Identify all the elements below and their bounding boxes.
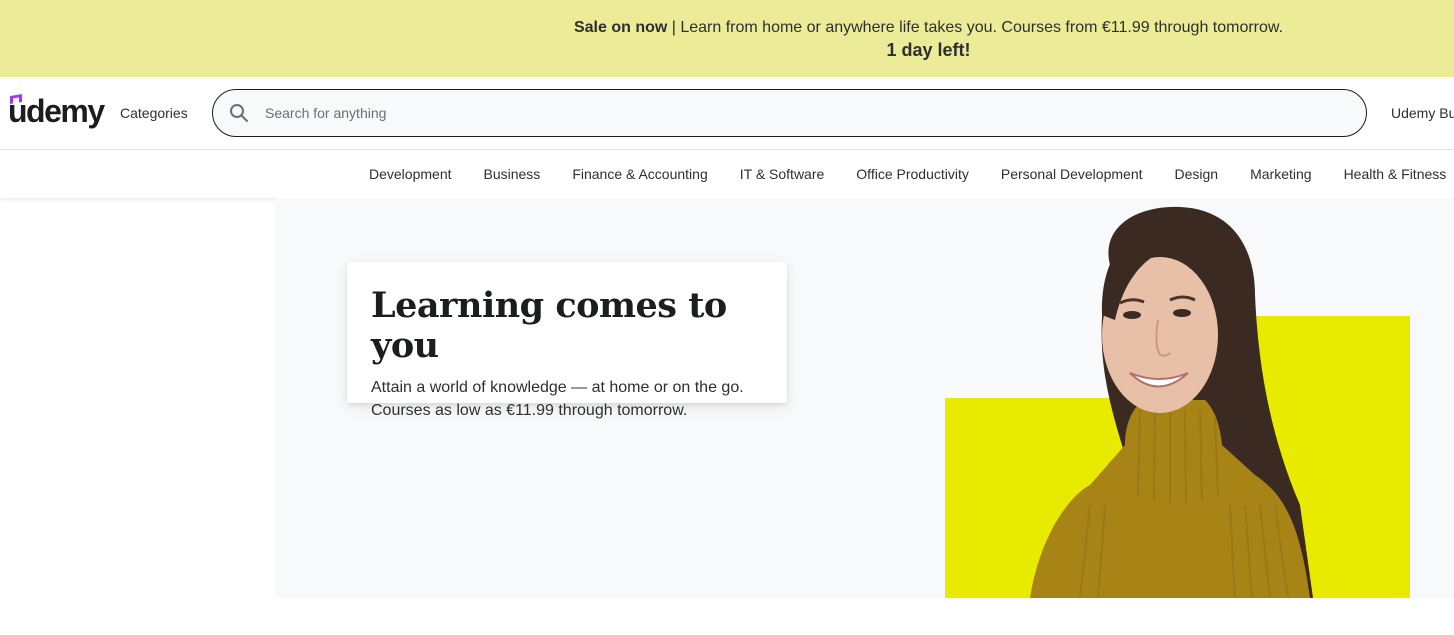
- category-finance-accounting[interactable]: Finance & Accounting: [572, 166, 707, 182]
- category-personal-development[interactable]: Personal Development: [1001, 166, 1143, 182]
- category-nav: Development Business Finance & Accountin…: [0, 150, 1454, 198]
- search-icon[interactable]: [229, 103, 249, 123]
- countdown-text: 1 day left!: [886, 40, 971, 60]
- udemy-business-link[interactable]: Udemy Bu: [1391, 105, 1454, 121]
- hero-card: Learning comes to you Attain a world of …: [347, 262, 787, 419]
- category-it-software[interactable]: IT & Software: [740, 166, 825, 182]
- woman-smiling-photo: [1030, 206, 1313, 598]
- category-development[interactable]: Development: [369, 166, 452, 182]
- promo-text: Sale on now | Learn from home or anywher…: [403, 17, 1454, 39]
- category-health-fitness[interactable]: Health & Fitness: [1344, 166, 1447, 182]
- category-design[interactable]: Design: [1175, 166, 1219, 182]
- hero-title: Learning comes to you: [371, 285, 727, 366]
- site-header: udemy Categories Udemy Bu: [0, 77, 1454, 150]
- search-bar[interactable]: [212, 89, 1367, 137]
- sale-label: Sale on now: [573, 19, 668, 36]
- udemy-logo[interactable]: udemy: [8, 93, 105, 130]
- category-business[interactable]: Business: [484, 166, 541, 182]
- category-marketing[interactable]: Marketing: [1250, 166, 1311, 182]
- categories-button[interactable]: Categories: [120, 105, 188, 121]
- search-input[interactable]: [265, 100, 1345, 126]
- hero-subtitle: Attain a world of knowledge — at home or…: [371, 376, 763, 422]
- banner-separator: |: [667, 19, 681, 36]
- category-office-productivity[interactable]: Office Productivity: [856, 166, 969, 182]
- banner-message: Learn from home or anywhere life takes y…: [680, 19, 1284, 36]
- promo-banner: Sale on now | Learn from home or anywher…: [0, 0, 1454, 77]
- hero-subtitle-line1: Attain a world of knowledge — at home or…: [371, 379, 744, 396]
- hero-subtitle-line2: Courses as low as €11.99 through tomorro…: [371, 402, 688, 419]
